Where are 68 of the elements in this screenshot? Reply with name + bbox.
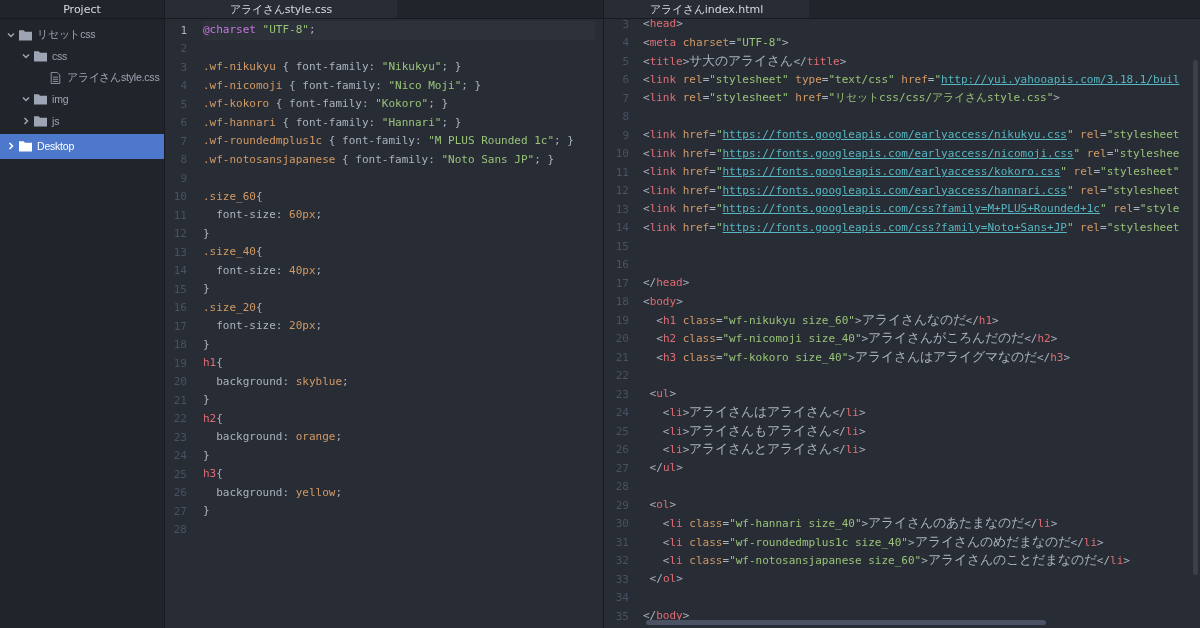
folder-icon (19, 140, 32, 152)
folder-icon (34, 93, 47, 106)
code-line: <li class="wf-notosansjapanese size_60">アライさんのことだまなのだ</li> (661, 551, 1130, 569)
code-line: <head> (643, 16, 683, 32)
code-line: <li>アライさんもアライさん</li> (661, 421, 866, 440)
code-line: } (203, 392, 210, 408)
code-line: <h2 class="wf-nicomoji size_40">アライさんがころんだのだ</h2> (655, 329, 1058, 347)
code-line: } (203, 447, 210, 464)
folder-icon (19, 28, 32, 41)
code-line: <link href="https://fonts.googleapis.com/earlyaccess/nikukyu.css" rel="stylesheet (643, 127, 1180, 143)
code-line: } (203, 336, 210, 353)
code-line: h3{ (203, 466, 223, 482)
code-line: <h1 class="wf-nikukyu size_60">アライさんなのだ</h1> (655, 310, 999, 329)
code-line: } (203, 225, 210, 242)
code-line: .size_60{ (203, 188, 263, 205)
code-line: background: yellow; (215, 484, 343, 501)
file-tab[interactable]: アライさんindex.html (604, 0, 809, 18)
file-icon (49, 71, 62, 84)
code-line: .wf-kokoro { font-family: "Kokoro"; } (203, 96, 449, 112)
code-line: } (203, 503, 210, 519)
tree-item[interactable]: css (0, 45, 164, 67)
tree-item[interactable]: アライさんstyle.css (0, 67, 164, 89)
code-line: <body> (643, 293, 683, 310)
code-line: <li class="wf-roundedmplus1c size_40">アライさんのめだまなのだ</li> (661, 532, 1104, 551)
code-line: <link rel="stylesheet" type="text/css" href="http://yui.yahooapis.com/3.18.1/buil (643, 71, 1180, 88)
code-line: h2{ (203, 410, 223, 427)
code-line: </ol> (648, 571, 683, 587)
code-line: font-size: 60px; (215, 207, 323, 223)
folder-icon (34, 114, 47, 127)
code-line: <link rel="stylesheet" href="リセットcss/css/アライさんstyle.css"> (643, 90, 1060, 106)
code-line: </body> (643, 608, 690, 624)
code-line: h1{ (203, 355, 223, 371)
tree-item[interactable]: img (0, 88, 164, 110)
code-line: font-size: 40px; (215, 262, 323, 279)
code-line: <link href="https://fonts.googleapis.com/css?family=M+PLUS+Rounded+1c" rel="style (643, 201, 1180, 217)
tree-item[interactable]: js (0, 110, 164, 132)
code-line: <ul> (648, 386, 677, 402)
code-line: } (203, 281, 210, 297)
code-line: <li>アライさんとアライさん</li> (661, 440, 866, 458)
code-line: .wf-hannari { font-family: "Hannari"; } (203, 114, 462, 131)
code-line: <link href="https://fonts.googleapis.com/css?family=Noto+Sans+JP" rel="stylesheet (643, 219, 1180, 236)
panel-title: Project (63, 2, 101, 16)
code-line: font-size: 20px; (215, 318, 323, 334)
code-line: background: skyblue; (215, 373, 349, 390)
tree-item[interactable]: リセットcss (0, 24, 164, 46)
file-tab[interactable]: アライさんstyle.css (165, 0, 397, 18)
tree-item[interactable]: Desktop (0, 133, 164, 159)
code-line: <h3 class="wf-kokoro size_40">アライさんはアライグマなのだ</h3> (655, 347, 1071, 366)
code-line: </ul> (648, 460, 683, 476)
code-line: .wf-nicomoji { font-family: "Nico Moji"; } (203, 77, 482, 94)
code-line: .wf-notosansjapanese { font-family: "Noto Sans JP"; } (203, 151, 554, 168)
code-line: background: orange; (215, 429, 343, 445)
code-line: </head> (643, 275, 690, 291)
folder-icon (34, 50, 47, 63)
line-number: 1 (179, 23, 187, 37)
code-line: <link href="https://fonts.googleapis.com/earlyaccess/hannari.css" rel="stylesheet (643, 182, 1180, 199)
code-line: <ol> (648, 497, 677, 513)
code-line: <title>サ大のアライさん</title> (643, 51, 847, 70)
scrollbar-thumb[interactable] (646, 620, 1046, 625)
code-line: .wf-nikukyu { font-family: "Nikukyu"; } (203, 59, 462, 75)
code-line: <link href="https://fonts.googleapis.com/earlyaccess/kokoro.css" rel="stylesheet" (643, 164, 1180, 180)
code-line: .size_40{ (203, 244, 263, 260)
code-line: <link href="https://fonts.googleapis.com/earlyaccess/nicomoji.css" rel="styleshee (643, 145, 1180, 162)
code-line: .size_20{ (203, 299, 263, 316)
code-line: <li>アライさんはアライさん</li> (661, 403, 866, 421)
code-line: <li class="wf-hannari size_40">アライさんのあたまなのだ</li> (661, 514, 1058, 532)
code-line: <meta charset="UTF-8"> (643, 34, 789, 51)
code-line: .wf-roundedmplus1c { font-family: "M PLUS Rounded 1c"; } (203, 133, 574, 149)
